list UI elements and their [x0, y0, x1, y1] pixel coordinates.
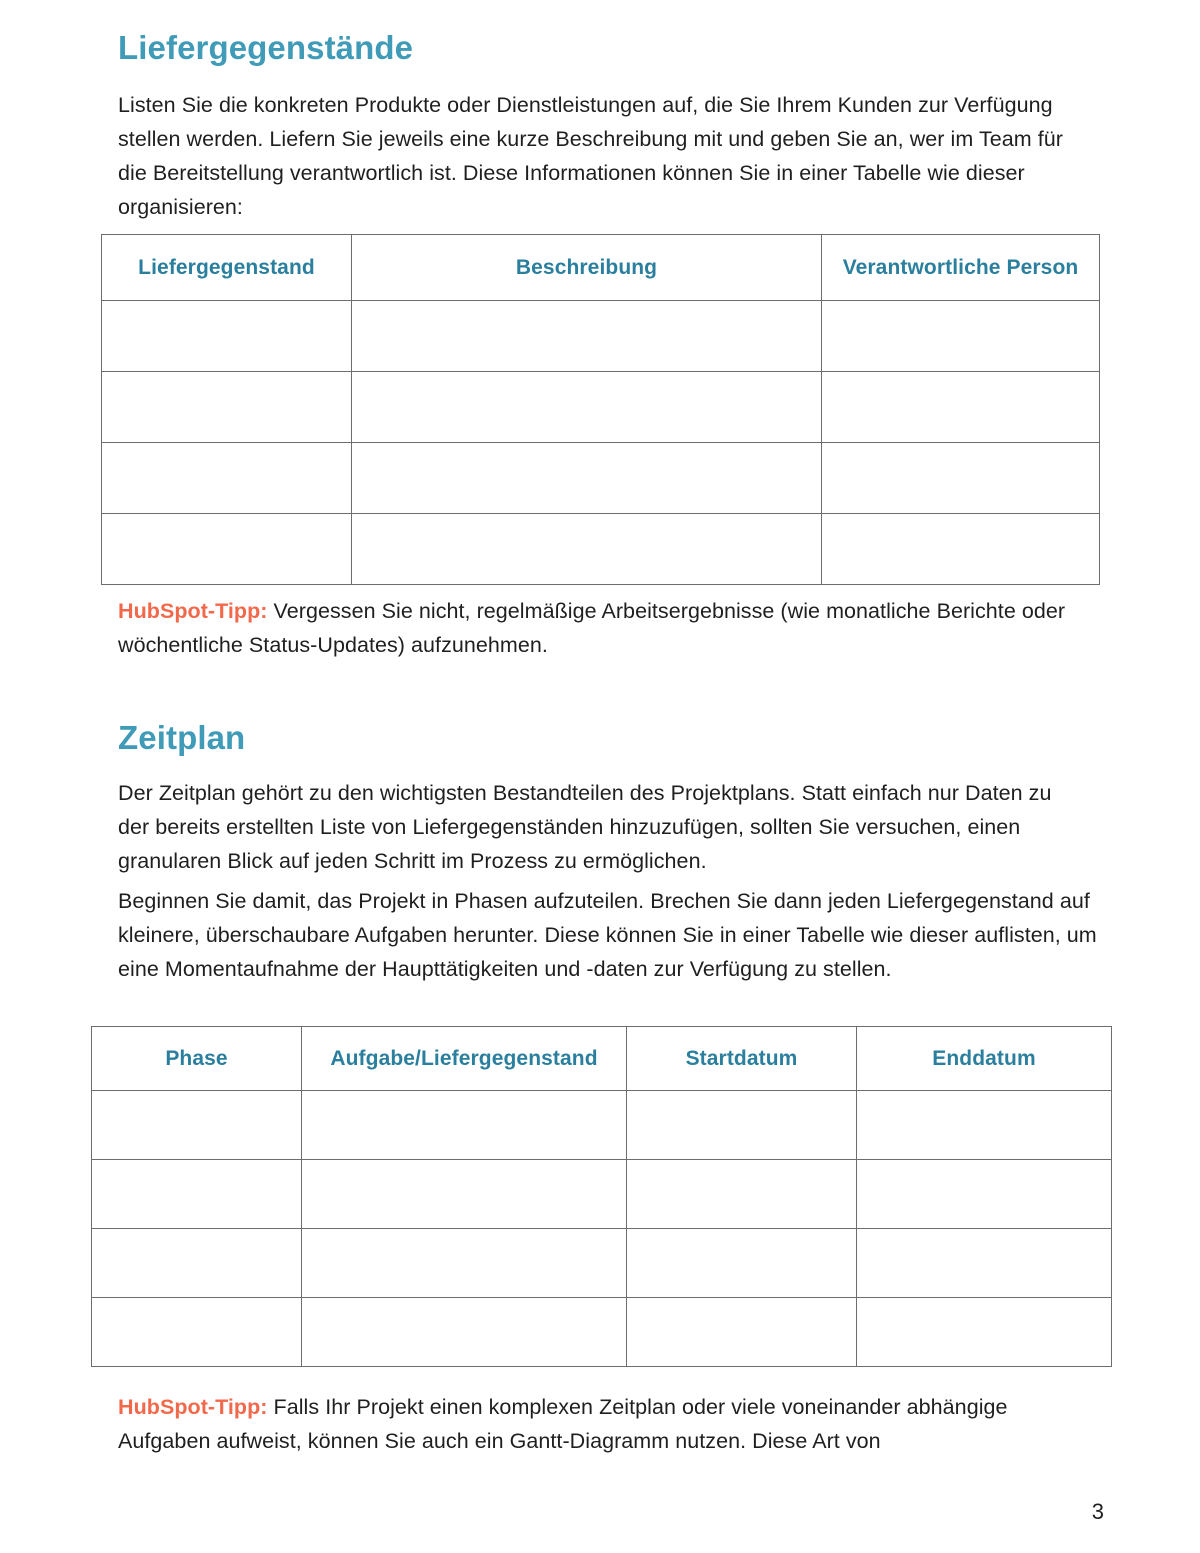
table-header-row: Phase Aufgabe/Liefergegenstand Startdatu…: [91, 1026, 1112, 1091]
table-cell[interactable]: [101, 442, 352, 514]
deliverables-table-wrapper: Liefergegenstand Beschreibung Verantwort…: [101, 234, 1100, 585]
table-cell[interactable]: [821, 300, 1100, 372]
table-cell[interactable]: [821, 371, 1100, 443]
table-cell[interactable]: [626, 1297, 857, 1367]
section-title-liefergegenstaende: Liefergegenstände: [118, 29, 414, 66]
table-row: [101, 513, 1100, 585]
table-cell[interactable]: [101, 300, 352, 372]
column-header-startdatum: Startdatum: [626, 1026, 857, 1091]
hubspot-tip-label: HubSpot-Tipp:: [118, 599, 268, 623]
table-cell[interactable]: [856, 1297, 1112, 1367]
column-header-beschreibung: Beschreibung: [351, 234, 822, 301]
table-row: [101, 442, 1100, 514]
hubspot-tip-schedule: HubSpot-Tipp: Falls Ihr Projekt einen ko…: [118, 1390, 1093, 1458]
table-cell[interactable]: [301, 1159, 627, 1229]
document-page: Liefergegenstände Listen Sie die konkret…: [0, 0, 1200, 1553]
table-row: [91, 1297, 1112, 1367]
column-header-aufgabe-liefergegenstand: Aufgabe/Liefergegenstand: [301, 1026, 627, 1091]
deliverables-table: Liefergegenstand Beschreibung Verantwort…: [101, 234, 1100, 585]
table-cell[interactable]: [856, 1090, 1112, 1160]
section-paragraph-zeitplan-1: Der Zeitplan gehört zu den wichtigsten B…: [118, 781, 1052, 873]
column-header-verantwortliche-person: Verantwortliche Person: [821, 234, 1100, 301]
table-cell[interactable]: [626, 1090, 857, 1160]
table-cell[interactable]: [856, 1159, 1112, 1229]
table-row: [91, 1159, 1112, 1229]
table-cell[interactable]: [351, 300, 822, 372]
column-header-liefergegenstand: Liefergegenstand: [101, 234, 352, 301]
table-cell[interactable]: [101, 513, 352, 585]
table-cell[interactable]: [301, 1228, 627, 1298]
schedule-table-wrapper: Phase Aufgabe/Liefergegenstand Startdatu…: [91, 1026, 1112, 1367]
schedule-table: Phase Aufgabe/Liefergegenstand Startdatu…: [91, 1026, 1112, 1367]
table-cell[interactable]: [91, 1297, 302, 1367]
table-cell[interactable]: [91, 1228, 302, 1298]
table-cell[interactable]: [91, 1159, 302, 1229]
section-title-zeitplan: Zeitplan: [118, 719, 246, 756]
hubspot-tip-deliverables: HubSpot-Tipp: Vergessen Sie nicht, regel…: [118, 594, 1068, 662]
hubspot-tip-label: HubSpot-Tipp:: [118, 1395, 268, 1419]
table-header-row: Liefergegenstand Beschreibung Verantwort…: [101, 234, 1100, 301]
table-row: [101, 371, 1100, 443]
table-cell[interactable]: [351, 442, 822, 514]
table-cell[interactable]: [626, 1159, 857, 1229]
column-header-phase: Phase: [91, 1026, 302, 1091]
table-cell[interactable]: [821, 442, 1100, 514]
section-paragraph-zeitplan-2: Beginnen Sie damit, das Projekt in Phase…: [118, 889, 1097, 981]
table-cell[interactable]: [351, 371, 822, 443]
page-number: 3: [1091, 1499, 1104, 1524]
column-header-enddatum: Enddatum: [856, 1026, 1112, 1091]
table-row: [91, 1228, 1112, 1298]
table-cell[interactable]: [101, 371, 352, 443]
table-row: [91, 1090, 1112, 1160]
table-cell[interactable]: [91, 1090, 302, 1160]
table-cell[interactable]: [301, 1090, 627, 1160]
table-cell[interactable]: [351, 513, 822, 585]
table-cell[interactable]: [301, 1297, 627, 1367]
table-row: [101, 300, 1100, 372]
table-cell[interactable]: [626, 1228, 857, 1298]
table-cell[interactable]: [821, 513, 1100, 585]
table-cell[interactable]: [856, 1228, 1112, 1298]
section-paragraph-liefergegenstaende: Listen Sie die konkreten Produkte oder D…: [118, 93, 1063, 219]
